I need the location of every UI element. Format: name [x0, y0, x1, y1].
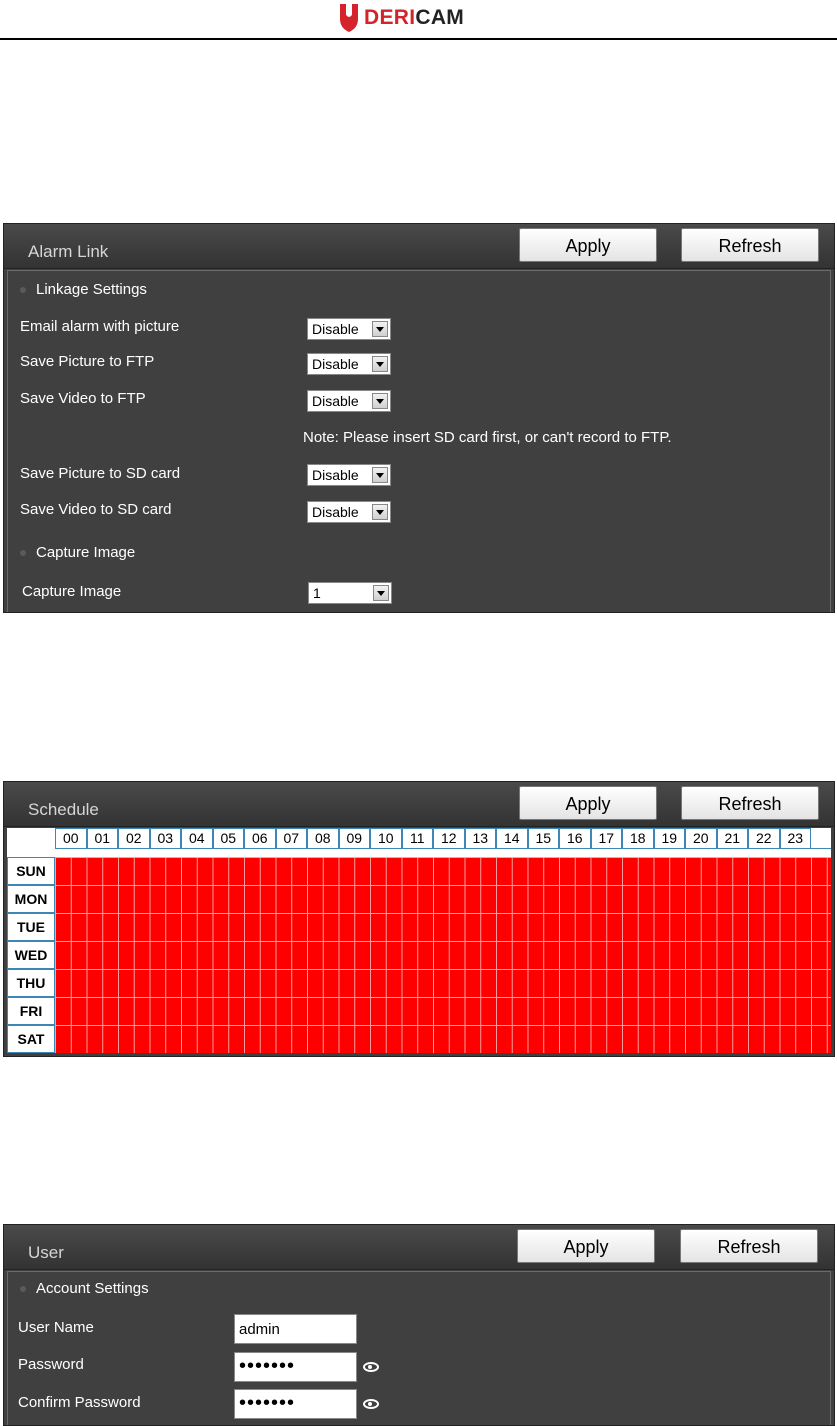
password-input[interactable]: •••••••	[234, 1352, 357, 1382]
chevron-down-icon	[372, 321, 388, 337]
save-video-sd-select[interactable]: Disable	[307, 501, 391, 523]
schedule-panel: Schedule Apply Refresh 00 01 02 03 04 05 06 07 0…	[3, 781, 835, 1057]
bullet-icon	[20, 550, 26, 557]
day-label[interactable]: FRI	[7, 997, 55, 1025]
panel-title: User	[28, 1243, 64, 1262]
schedule-cells[interactable]	[55, 857, 831, 1053]
bullet-icon	[20, 287, 26, 294]
email-alarm-label: Email alarm with picture	[20, 318, 180, 335]
hour-header-cell[interactable]: 10	[370, 828, 402, 848]
hour-header-cell[interactable]: 07	[275, 828, 307, 848]
day-label[interactable]: SUN	[7, 857, 55, 885]
user-panel: User Apply Refresh Account Settings User…	[3, 1224, 835, 1426]
section-linkage-settings: Linkage Settings	[20, 281, 147, 298]
hour-header-cell[interactable]: 16	[559, 828, 591, 848]
hour-header-cell[interactable]: 18	[622, 828, 654, 848]
apply-button[interactable]: Apply	[519, 228, 657, 262]
chevron-down-icon	[372, 356, 388, 372]
panel-title: Schedule	[28, 800, 99, 819]
hour-header-cell[interactable]: 22	[748, 828, 780, 848]
panel-body: Account Settings User Name admin Passwor…	[7, 1271, 831, 1425]
dericam-logo: DERICAM	[340, 4, 464, 32]
eye-icon[interactable]	[363, 1362, 379, 1372]
day-label[interactable]: SAT	[7, 1025, 55, 1053]
shield-icon	[340, 4, 358, 32]
hour-header-cell[interactable]: 05	[212, 828, 244, 848]
sd-card-note: Note: Please insert SD card first, or ca…	[303, 429, 672, 446]
save-video-ftp-select[interactable]: Disable	[307, 390, 391, 412]
panel-header: User Apply Refresh	[4, 1225, 834, 1270]
panel-body: Linkage Settings Email alarm with pictur…	[7, 270, 831, 612]
hour-header-cell[interactable]: 12	[433, 828, 465, 848]
capture-image-label: Capture Image	[22, 583, 122, 600]
confirm-password-input[interactable]: •••••••	[234, 1389, 357, 1419]
day-label[interactable]: TUE	[7, 913, 55, 941]
username-label: User Name	[18, 1319, 94, 1336]
apply-button[interactable]: Apply	[519, 786, 657, 820]
hour-header-cell[interactable]: 00	[55, 828, 87, 848]
hour-header-cell[interactable]: 02	[118, 828, 150, 848]
schedule-grid[interactable]: 00 01 02 03 04 05 06 07 08 09 10 11 12 13 14 15 16 17 18 19…	[7, 828, 831, 1053]
section-account-settings: Account Settings	[20, 1280, 149, 1297]
alarm-link-panel: Alarm Link Apply Refresh Linkage Setting…	[3, 223, 835, 613]
hour-header-cell[interactable]: 13	[464, 828, 496, 848]
username-input[interactable]: admin	[234, 1314, 357, 1344]
chevron-down-icon	[373, 585, 389, 601]
save-video-ftp-label: Save Video to FTP	[20, 390, 146, 407]
hour-header-cell[interactable]: 15	[527, 828, 559, 848]
panel-header: Alarm Link Apply Refresh	[4, 224, 834, 269]
hour-header-cell[interactable]: 03	[149, 828, 181, 848]
confirm-password-label: Confirm Password	[18, 1394, 141, 1411]
chevron-down-icon	[372, 393, 388, 409]
hour-header-cell[interactable]: 09	[338, 828, 370, 848]
save-picture-sd-label: Save Picture to SD card	[20, 465, 181, 482]
password-label: Password	[18, 1356, 84, 1373]
document-header: DERICAM	[0, 0, 837, 40]
capture-image-select[interactable]: 1	[308, 582, 392, 604]
hour-header-cell[interactable]: 04	[181, 828, 213, 848]
day-label[interactable]: MON	[7, 885, 55, 913]
save-picture-ftp-select[interactable]: Disable	[307, 353, 391, 375]
logo-wordmark: DERICAM	[364, 6, 465, 29]
save-picture-sd-select[interactable]: Disable	[307, 464, 391, 486]
refresh-button[interactable]: Refresh	[681, 786, 819, 820]
section-capture-image: Capture Image	[20, 544, 135, 561]
hour-header-cell[interactable]: 23	[779, 828, 811, 848]
eye-icon[interactable]	[363, 1399, 379, 1409]
panel-title: Alarm Link	[28, 242, 109, 261]
hour-header-cell[interactable]: 17	[590, 828, 622, 848]
bullet-icon	[20, 1286, 26, 1293]
hour-header-cell[interactable]: 01	[86, 828, 118, 848]
email-alarm-select[interactable]: Disable	[307, 318, 391, 340]
hour-header-cell[interactable]: 11	[401, 828, 433, 848]
refresh-button[interactable]: Refresh	[680, 1229, 818, 1263]
hour-header-cell[interactable]: 20	[685, 828, 717, 848]
chevron-down-icon	[372, 504, 388, 520]
hour-header-cell[interactable]: 21	[716, 828, 748, 848]
save-video-sd-label: Save Video to SD card	[20, 501, 172, 518]
chevron-down-icon	[372, 467, 388, 483]
header-divider	[0, 38, 837, 40]
day-label[interactable]: WED	[7, 941, 55, 969]
hour-header-cell[interactable]: 14	[496, 828, 528, 848]
hour-header-cell[interactable]: 08	[307, 828, 339, 848]
apply-button[interactable]: Apply	[517, 1229, 655, 1263]
save-picture-ftp-label: Save Picture to FTP	[20, 353, 155, 370]
panel-header: Schedule Apply Refresh	[4, 782, 834, 827]
hour-header-row: 00 01 02 03 04 05 06 07 08 09 10 11 12 13 14 15 16 17 18 19…	[55, 828, 811, 848]
hour-header-cell[interactable]: 19	[653, 828, 685, 848]
hour-header-cell[interactable]: 06	[244, 828, 276, 848]
day-label[interactable]: THU	[7, 969, 55, 997]
refresh-button[interactable]: Refresh	[681, 228, 819, 262]
